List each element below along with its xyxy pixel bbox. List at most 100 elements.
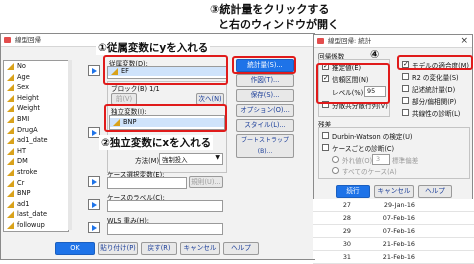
data-row: 29 07-Feb-16 xyxy=(313,225,474,238)
variable-list-item[interactable]: HT xyxy=(4,146,68,157)
plots-button[interactable]: 作図(T)... xyxy=(236,74,294,87)
data-cell-date: 21-Feb-16 xyxy=(382,240,415,248)
variable-name: Height xyxy=(17,93,39,102)
move-to-wls-button[interactable] xyxy=(88,222,100,233)
data-cell-id: 30 xyxy=(342,240,351,248)
variable-name: Cr xyxy=(17,178,25,187)
part-partial-checkbox[interactable] xyxy=(402,97,409,104)
variable-name: BMI xyxy=(17,114,30,123)
variable-list-item[interactable]: Height xyxy=(4,93,68,104)
variable-name: BNP xyxy=(17,189,31,198)
variable-list-item[interactable]: No xyxy=(4,61,68,72)
variable-list-item[interactable]: Cr xyxy=(4,178,68,189)
scale-variable-icon xyxy=(7,137,14,145)
data-cell-id: 27 xyxy=(342,201,351,209)
data-cell-id: 29 xyxy=(342,227,351,235)
variable-name: ad1 xyxy=(17,199,30,208)
outliers-input[interactable]: 3 xyxy=(372,154,390,165)
scale-variable-icon xyxy=(7,158,14,166)
annotation-step1: ①従属変数にyを入れる xyxy=(96,40,211,55)
variable-name: ad1_date xyxy=(17,136,48,145)
stats-help-button[interactable]: ヘルプ xyxy=(418,185,452,198)
variable-list-item[interactable]: ad1_date xyxy=(4,135,68,146)
r2-change-checkbox[interactable] xyxy=(402,73,409,80)
variable-name: DM xyxy=(17,157,28,166)
variable-name: Weight xyxy=(17,104,40,113)
casewise-checkbox[interactable] xyxy=(322,144,329,151)
ok-button[interactable]: OK xyxy=(55,242,95,255)
paste-button[interactable]: 貼り付け(P) xyxy=(98,242,138,255)
data-cell-date: 29-Jan-16 xyxy=(383,201,415,209)
app-icon xyxy=(4,37,11,43)
scale-variable-icon xyxy=(7,200,14,208)
variable-list-scrollbar[interactable] xyxy=(68,60,72,230)
highlight-dependent-field xyxy=(103,55,228,85)
collinearity-checkbox[interactable] xyxy=(402,109,409,116)
method-select[interactable]: 強制投入 ▼ xyxy=(159,153,223,165)
scale-variable-icon xyxy=(7,147,14,155)
variable-list-item[interactable]: followup xyxy=(4,220,68,231)
method-value: 強制投入 xyxy=(162,156,188,164)
scale-variable-icon xyxy=(7,211,14,219)
data-row: 30 21-Feb-16 xyxy=(313,238,474,251)
move-to-case-label-button[interactable] xyxy=(88,199,100,210)
help-button[interactable]: ヘルプ xyxy=(223,242,259,255)
stats-cancel-button[interactable]: キャンセル xyxy=(374,185,414,198)
variable-list-item[interactable]: Weight xyxy=(4,103,68,114)
cancel-button[interactable]: キャンセル xyxy=(180,242,220,255)
bootstrap-button[interactable]: ブートストラップ(B)... xyxy=(236,134,294,158)
wls-field[interactable] xyxy=(107,223,223,235)
variable-list-item[interactable]: BNP xyxy=(4,188,68,199)
reset-button[interactable]: 戻す(R) xyxy=(141,242,177,255)
data-cell-date: 07-Feb-16 xyxy=(382,214,415,222)
rule-button[interactable]: 規則(U)... xyxy=(189,176,223,188)
close-icon[interactable]: × xyxy=(460,35,468,47)
case-label-field[interactable] xyxy=(107,200,223,212)
all-cases-radio[interactable] xyxy=(332,167,339,174)
annotation-step3-line2: と右のウィンドウが開く xyxy=(218,18,339,31)
descriptives-checkbox[interactable] xyxy=(402,85,409,92)
scale-variable-icon xyxy=(7,84,14,92)
outliers-radio[interactable] xyxy=(332,156,339,163)
variable-list-item[interactable]: ad1 xyxy=(4,199,68,210)
variable-name: followup xyxy=(17,220,45,229)
sd-label: 標準偏差 xyxy=(392,157,419,165)
durbin-watson-checkbox[interactable] xyxy=(322,132,329,139)
scale-variable-icon xyxy=(7,94,14,102)
variable-list-items: No Age Sex Height Weight BMI DrugA ad1_date HT DM… xyxy=(4,61,68,231)
outliers-value: 3 xyxy=(376,155,381,163)
variable-list-item[interactable]: stroke xyxy=(4,167,68,178)
scale-variable-icon xyxy=(7,63,14,70)
highlight-statistics-button xyxy=(232,56,296,74)
move-to-dependent-button[interactable] xyxy=(88,65,100,76)
scale-variable-icon xyxy=(7,105,14,113)
part-partial-label: 部分/偏相関(P) xyxy=(412,98,457,106)
variable-list[interactable]: No Age Sex Height Weight BMI DrugA ad1_date HT DM… xyxy=(3,60,69,232)
continue-button[interactable]: 続行 xyxy=(336,185,370,198)
annotation-step2: ②独立変数にxを入れる xyxy=(99,135,214,150)
variable-list-item[interactable]: Age xyxy=(4,72,68,83)
data-cell-id: 31 xyxy=(342,253,351,261)
highlight-model-fit xyxy=(397,55,473,70)
variable-name: HT xyxy=(17,146,26,155)
casewise-label: ケースごとの診断(C) xyxy=(332,145,395,153)
variable-list-item[interactable]: last_date xyxy=(4,209,68,220)
data-row: 27 29-Jan-16 xyxy=(313,199,474,212)
annotation-step3-line1: ③統計量をクリックする xyxy=(210,1,330,17)
variable-list-item[interactable]: DrugA xyxy=(4,125,68,136)
variable-list-item[interactable]: BMI xyxy=(4,114,68,125)
method-label: 方法(M): xyxy=(135,157,162,165)
move-to-case-select-button[interactable] xyxy=(88,176,100,187)
variable-list-item[interactable]: Sex xyxy=(4,82,68,93)
scale-variable-icon xyxy=(7,73,14,81)
variable-list-item[interactable]: DM xyxy=(4,156,68,167)
scale-variable-icon xyxy=(7,179,14,187)
variable-name: Sex xyxy=(17,83,30,92)
save-button[interactable]: 保存(S)... xyxy=(236,89,294,102)
options-button[interactable]: オプション(O)... xyxy=(236,104,294,117)
outliers-label: 外れ値(O): xyxy=(342,157,375,165)
case-select-field[interactable] xyxy=(107,177,187,189)
chevron-down-icon: ▼ xyxy=(215,154,220,161)
all-cases-label: すべてのケース(A) xyxy=(342,168,397,176)
style-button[interactable]: スタイル(L)... xyxy=(236,119,294,132)
